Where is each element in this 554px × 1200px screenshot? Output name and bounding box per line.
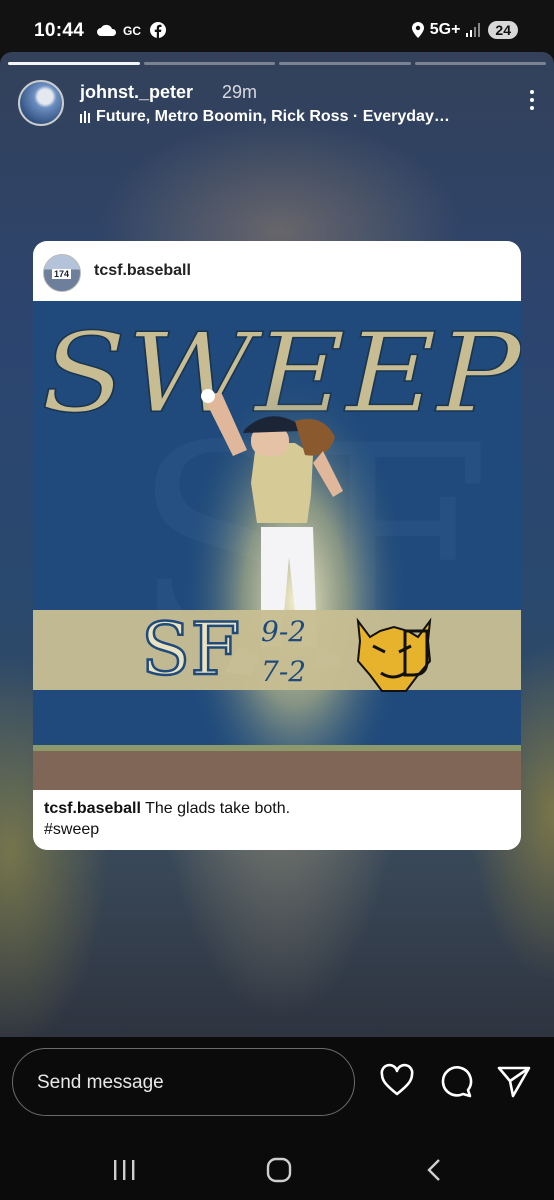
reply-bar: [0, 1037, 554, 1200]
music-attribution[interactable]: Future, Metro Boomin, Rick Ross · Everyd…: [80, 108, 450, 126]
signal-icon: [466, 23, 481, 37]
recents-icon: [114, 1160, 135, 1180]
post-image: SF SWEEP: [33, 301, 521, 790]
music-bars-icon: [80, 111, 90, 123]
notification-icons: GC: [96, 22, 166, 38]
avatar-badge: 174: [52, 269, 72, 279]
story-progress: [8, 62, 546, 65]
progress-segment: [8, 62, 140, 65]
comment-icon[interactable]: [438, 1063, 474, 1099]
heart-icon[interactable]: [379, 1063, 415, 1099]
more-options-icon[interactable]: [530, 90, 534, 110]
story-timestamp: 29m: [222, 82, 258, 102]
network-type: 5G+: [429, 21, 461, 38]
cloud-icon: [97, 24, 117, 36]
home-button[interactable]: [259, 1155, 299, 1185]
caption-username[interactable]: tcsf.baseball: [44, 800, 141, 817]
progress-segment: [414, 62, 546, 65]
location-icon: [411, 22, 424, 38]
team-logo-sf: SF: [141, 607, 240, 691]
post-account-name[interactable]: tcsf.baseball: [94, 262, 191, 280]
post-caption: tcsf.baseball The glads take both. #swee…: [44, 798, 511, 840]
progress-segment: [143, 62, 275, 65]
facebook-icon: [150, 22, 166, 38]
score-game-1: 9-2: [261, 615, 306, 648]
user-avatar[interactable]: [18, 80, 64, 126]
post-header: 174 tcsf.baseball: [33, 241, 521, 301]
caption-text: The glads take both.: [145, 800, 291, 817]
home-icon: [266, 1157, 292, 1183]
svg-text:GC: GC: [123, 24, 141, 37]
recents-button[interactable]: [104, 1155, 144, 1185]
system-indicators: 5G+ 24: [411, 21, 518, 39]
story-viewer[interactable]: johnst._peter 29m Future, Metro Boomin, …: [0, 52, 554, 1037]
story-username[interactable]: johnst._peter: [80, 82, 193, 103]
send-icon[interactable]: [496, 1063, 532, 1099]
shared-post-card[interactable]: 174 tcsf.baseball SF SWEEP: [33, 241, 521, 850]
post-account-avatar[interactable]: 174: [43, 254, 81, 292]
caption-hashtag[interactable]: #sweep: [44, 821, 99, 838]
gc-icon: GC: [123, 24, 141, 37]
story-header: johnst._peter 29m Future, Metro Boomin, …: [18, 80, 538, 130]
back-icon: [427, 1159, 440, 1181]
battery-level: 24: [488, 21, 518, 39]
send-message-field[interactable]: [12, 1048, 355, 1116]
message-input[interactable]: [35, 1049, 339, 1116]
music-label: Future, Metro Boomin, Rick Ross · Everyd…: [96, 108, 450, 125]
progress-segment: [279, 62, 411, 65]
clock: 10:44: [34, 20, 85, 41]
score-game-2: 7-2: [261, 655, 306, 688]
back-button[interactable]: [414, 1155, 454, 1185]
